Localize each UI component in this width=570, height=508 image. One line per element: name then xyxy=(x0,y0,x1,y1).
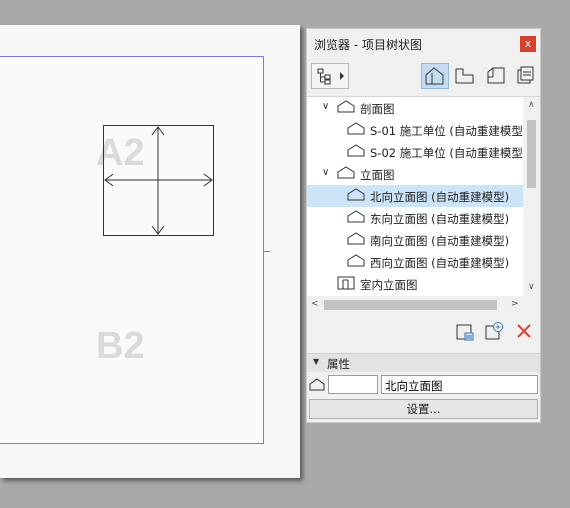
elevation-view-icon xyxy=(347,254,365,267)
crosshair-box[interactable] xyxy=(103,125,214,236)
tree-label: S-02 施工单位 (自动重建模型) xyxy=(370,146,528,160)
project-tree: ∨ 剖面图 S-01 施工单位 (自动重建模型) S-02 施工单位 (自动重建… xyxy=(307,96,540,297)
scroll-down-icon[interactable]: ∨ xyxy=(528,282,535,292)
scroll-thumb[interactable] xyxy=(324,300,497,310)
tree-label: 南向立面图 (自动重建模型) xyxy=(370,234,510,248)
tree-structure-icon xyxy=(317,68,344,85)
panel-title: 浏览器 - 项目树状图 xyxy=(314,38,422,52)
section-view-icon xyxy=(347,122,365,135)
interior-elevation-icon xyxy=(337,276,355,290)
settings-button[interactable]: 设置... xyxy=(309,399,538,419)
tree-label: 西向立面图 (自动重建模型) xyxy=(370,256,510,270)
view-map-button[interactable] xyxy=(452,63,480,89)
chevron-down-icon[interactable]: ∨ xyxy=(322,101,329,112)
tree-item[interactable]: 西向立面图 (自动重建模型) xyxy=(307,251,523,273)
project-map-button[interactable] xyxy=(421,63,449,89)
delete-icon[interactable] xyxy=(516,323,532,339)
tree-item[interactable]: S-01 施工单位 (自动重建模型) xyxy=(307,119,527,141)
publisher-icon xyxy=(517,66,534,84)
tree-item[interactable]: S-02 施工单位 (自动重建模型) xyxy=(307,141,527,163)
tree-folder-sections[interactable]: ∨ 剖面图 xyxy=(307,97,523,119)
chevron-down-icon[interactable]: ∨ xyxy=(322,167,329,178)
book-icon xyxy=(487,67,505,84)
view-icon xyxy=(455,68,474,84)
tree-vertical-scrollbar[interactable]: ∧ ∨ xyxy=(523,97,540,297)
section-view-icon xyxy=(347,144,365,157)
properties-row: 北向立面图 xyxy=(307,373,540,397)
tree-label: 立面图 xyxy=(360,168,395,182)
tree-label: 北向立面图 (自动重建模型) xyxy=(370,190,510,204)
elevation-view-icon xyxy=(347,210,365,223)
tree-item[interactable]: 南向立面图 (自动重建模型) xyxy=(307,229,523,251)
scroll-thumb[interactable] xyxy=(527,120,536,188)
tree-item[interactable]: 东向立面图 (自动重建模型) xyxy=(307,207,523,229)
tree-actions xyxy=(307,313,540,351)
tree-item-selected[interactable]: 北向立面图 (自动重建模型) xyxy=(307,185,523,207)
scroll-up-icon[interactable]: ∧ xyxy=(528,100,535,110)
drawing-sheet[interactable]: A2 B2 xyxy=(0,25,300,478)
frame-marker xyxy=(264,251,270,252)
scroll-left-icon[interactable]: < xyxy=(311,299,319,309)
properties-title: 属性 xyxy=(327,357,350,371)
tree-options-dropdown[interactable] xyxy=(311,63,349,89)
panel-titlebar[interactable]: 浏览器 - 项目树状图 x xyxy=(307,29,540,58)
section-folder-icon xyxy=(337,100,355,113)
grid-label-b2: B2 xyxy=(96,325,145,367)
layout-book-button[interactable] xyxy=(483,63,511,89)
tree-folder-elevations[interactable]: ∨ 立面图 xyxy=(307,163,523,185)
tree-label: 室内立面图 xyxy=(360,278,418,292)
scroll-right-icon[interactable]: > xyxy=(511,299,519,309)
elevation-folder-icon xyxy=(337,166,355,179)
elevation-view-icon xyxy=(309,378,325,391)
new-view-icon[interactable] xyxy=(455,322,475,342)
properties-header[interactable]: ▼ 属性 xyxy=(307,353,540,372)
view-id-field[interactable] xyxy=(328,375,378,394)
tree-label: 剖面图 xyxy=(360,102,395,116)
tree-horizontal-scrollbar[interactable]: < > xyxy=(307,296,540,313)
publisher-button[interactable] xyxy=(513,63,541,89)
layout-frame xyxy=(0,56,264,444)
collapse-triangle-icon[interactable]: ▼ xyxy=(313,357,319,366)
tree-folder-interior-elevations[interactable]: 室内立面图 xyxy=(307,273,523,295)
tree-label: 东向立面图 (自动重建模型) xyxy=(370,212,510,226)
elevation-view-icon xyxy=(347,188,365,201)
tree-label: S-01 施工单位 (自动重建模型) xyxy=(370,124,528,138)
elevation-view-icon xyxy=(347,232,365,245)
close-button[interactable]: x xyxy=(520,36,536,52)
add-view-icon[interactable] xyxy=(484,321,504,341)
view-name-field[interactable]: 北向立面图 xyxy=(381,375,538,394)
house-icon xyxy=(425,67,444,85)
browser-panel: 浏览器 - 项目树状图 x ∨ 剖面图 S-01 施工单位 (自动重建模型) S… xyxy=(306,28,541,423)
browser-toolbar xyxy=(307,58,540,96)
